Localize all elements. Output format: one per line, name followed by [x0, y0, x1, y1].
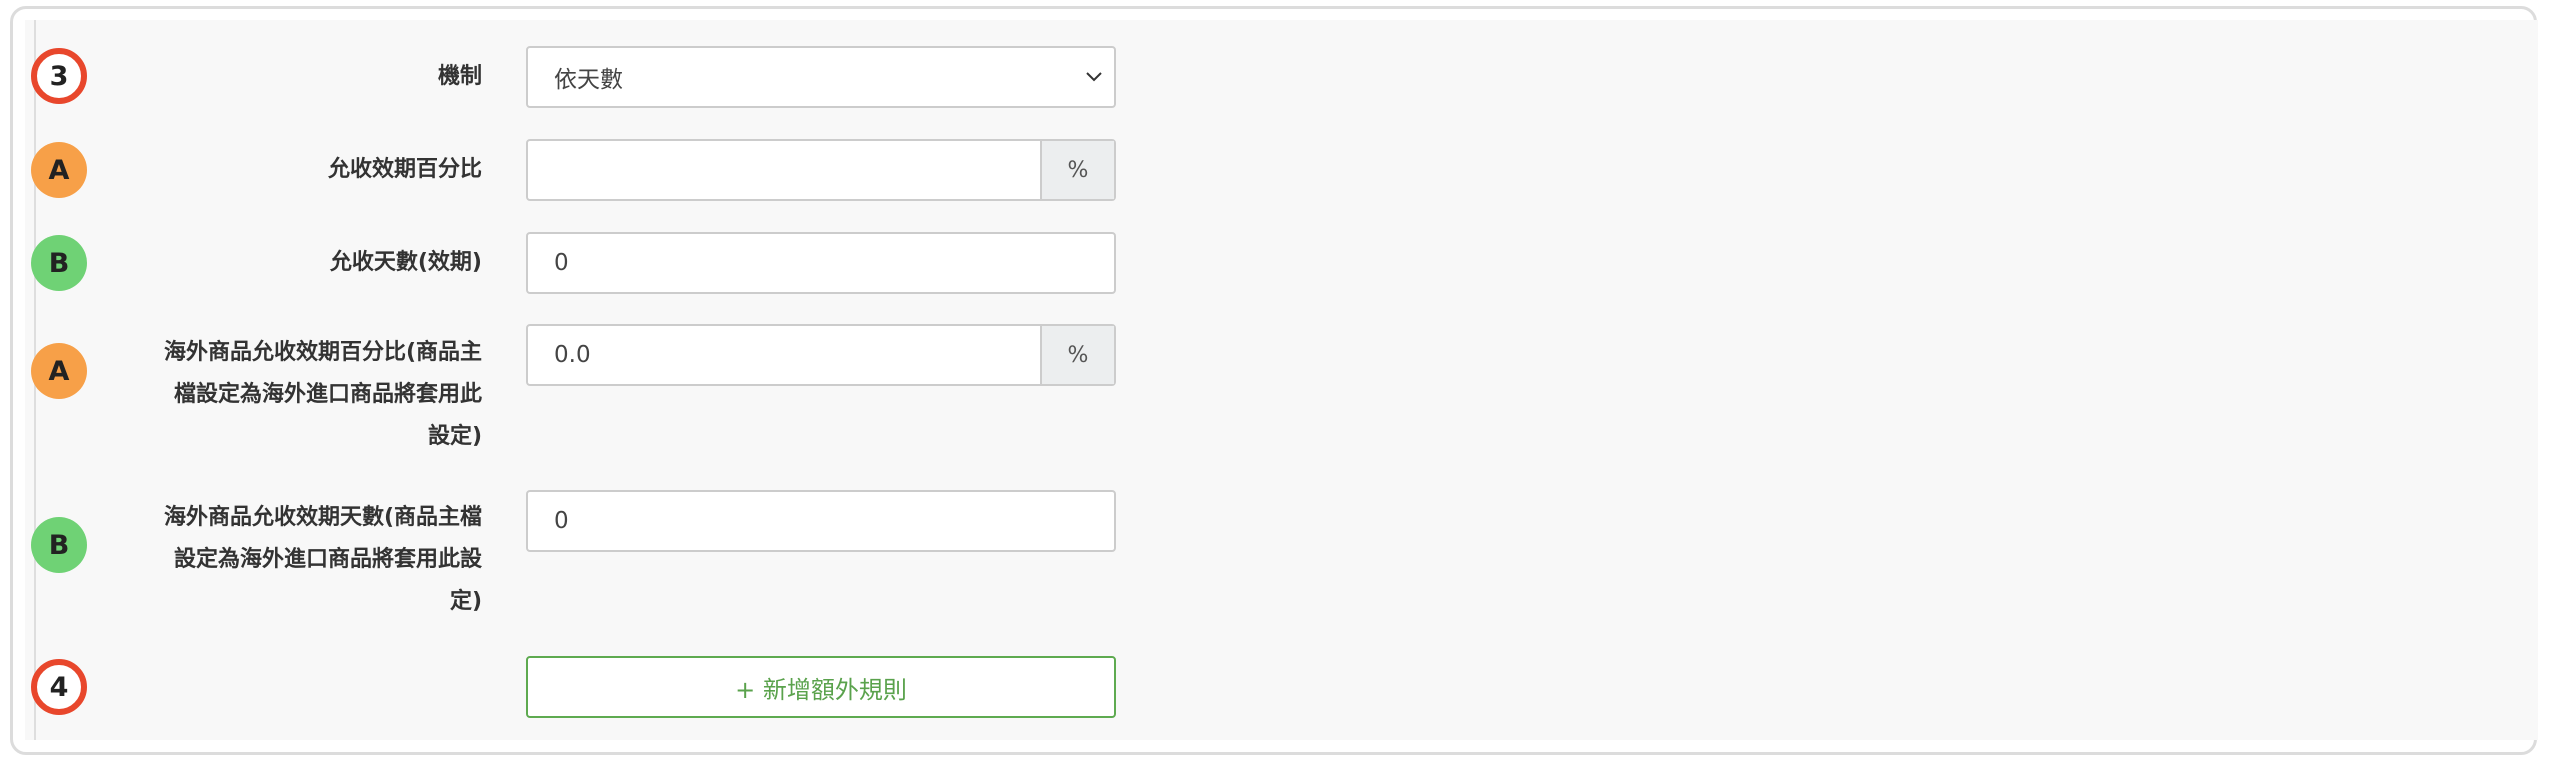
overseas-percentage-label-line: 海外商品允收效期百分比(商品主 [163, 340, 482, 365]
overseas-percentage-label-line: 檔設定為海外進口商品將套用此 [173, 382, 482, 407]
overseas-days-label-line: 設定為海外進口商品將套用此設 [173, 547, 482, 572]
accept-days-field[interactable]: 0 [526, 232, 1116, 294]
percent-addon: % [1040, 326, 1114, 384]
overseas-percentage-label-line: 設定) [427, 424, 482, 449]
overseas-days-label: 海外商品允收效期天數(商品主檔 設定為海外進口商品將套用此設 定) [164, 497, 482, 623]
overseas-days-input[interactable]: 0 [528, 508, 1114, 534]
overseas-days-label-line: 定) [449, 589, 482, 614]
mechanism-select[interactable]: 依天數 [526, 46, 1116, 108]
overseas-percentage-field[interactable]: 0.0 % [526, 324, 1116, 386]
option-badge-a: A [31, 343, 87, 399]
option-badge-b: B [31, 235, 87, 291]
add-extra-rule-button[interactable]: + 新增額外規則 [526, 656, 1116, 718]
option-badge-a: A [31, 142, 87, 198]
percent-addon: % [1040, 141, 1114, 199]
chevron-down-icon [1086, 72, 1102, 82]
step-badge-3: 3 [31, 48, 87, 104]
overseas-percentage-input[interactable]: 0.0 [528, 342, 1040, 368]
mechanism-select-value: 依天數 [554, 67, 623, 93]
accept-days-label: 允收天數(效期) [329, 250, 482, 275]
overseas-percentage-label: 海外商品允收效期百分比(商品主 檔設定為海外進口商品將套用此 設定) [164, 332, 482, 458]
accept-percentage-field[interactable]: % [526, 139, 1116, 201]
accept-days-input[interactable]: 0 [528, 250, 1114, 276]
accept-percentage-label: 允收效期百分比 [327, 157, 482, 182]
mechanism-label: 機制 [437, 64, 482, 89]
overseas-days-field[interactable]: 0 [526, 490, 1116, 552]
step-badge-4: 4 [31, 659, 87, 715]
option-badge-b: B [31, 517, 87, 573]
overseas-days-label-line: 海外商品允收效期天數(商品主檔 [163, 505, 482, 530]
